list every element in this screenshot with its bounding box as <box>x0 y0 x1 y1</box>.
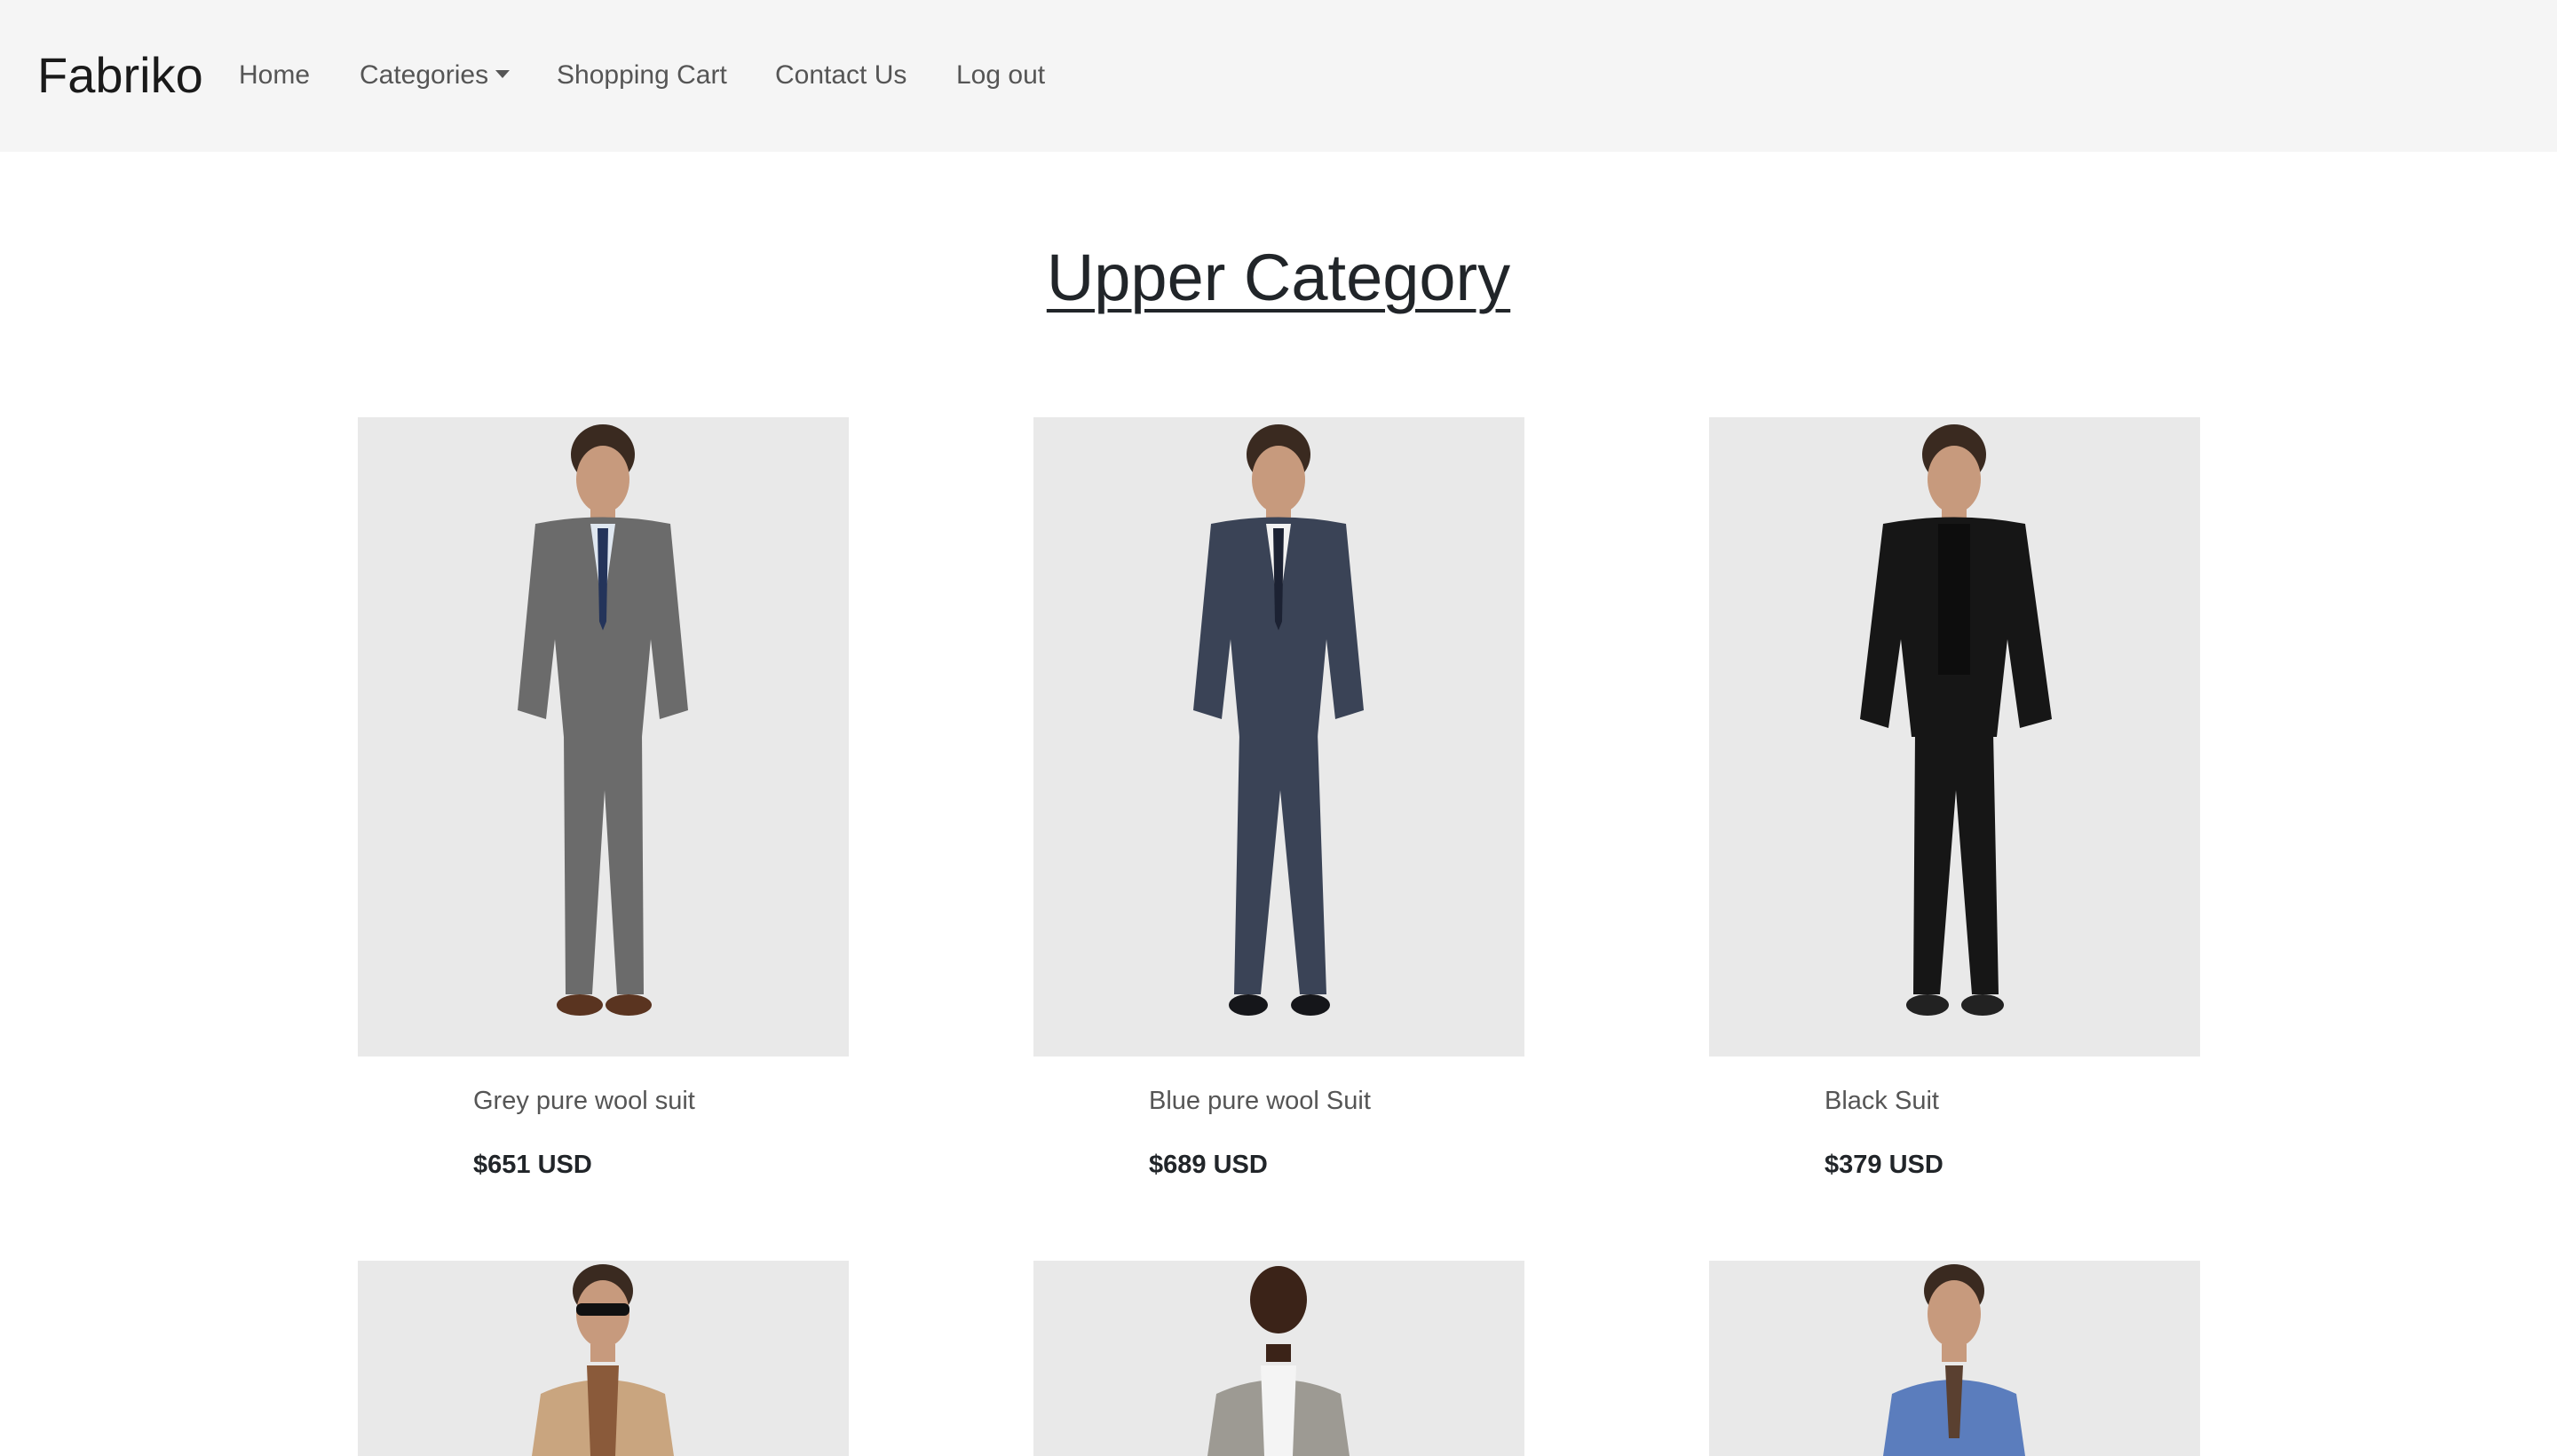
caret-down-icon <box>495 69 511 78</box>
product-photo-figure <box>1860 424 2052 1016</box>
product-name[interactable]: Blue pure wool Suit <box>1149 1083 1371 1119</box>
product-price: $651 USD <box>473 1151 592 1179</box>
product-card: Blue pure wool Suit $689 USD <box>1033 417 1524 1179</box>
nav-home[interactable]: Home <box>239 57 310 94</box>
nav-categories-label: Categories <box>360 60 489 90</box>
nav-shopping-cart[interactable]: Shopping Cart <box>557 57 727 94</box>
product-card: Grey pure wool suit $651 USD <box>358 417 849 1179</box>
product-photo-figure <box>1193 424 1364 1016</box>
product-card <box>358 1261 849 1456</box>
product-name[interactable]: Black Suit <box>1825 1083 1939 1119</box>
product-card <box>1709 1261 2200 1456</box>
product-photo-figure <box>518 424 688 1016</box>
product-card: Black Suit $379 USD <box>1709 417 2200 1179</box>
nav-log-out[interactable]: Log out <box>956 57 1045 94</box>
page-title: Upper Category <box>0 238 2557 318</box>
product-price: $689 USD <box>1149 1151 1268 1179</box>
product-price: $379 USD <box>1825 1151 1943 1179</box>
product-photo-figure <box>1883 1264 2025 1456</box>
nav-contact-us[interactable]: Contact Us <box>775 57 906 94</box>
product-image[interactable] <box>1709 1261 2200 1456</box>
product-image[interactable] <box>1033 417 1524 1056</box>
product-image[interactable] <box>1709 417 2200 1056</box>
product-image[interactable] <box>358 1261 849 1456</box>
product-name[interactable]: Grey pure wool suit <box>473 1083 695 1119</box>
product-image[interactable] <box>1033 1261 1524 1456</box>
product-image[interactable] <box>358 417 849 1056</box>
top-navbar: Fabriko Home Categories Shopping Cart Co… <box>0 0 2557 152</box>
product-photo-figure <box>532 1264 674 1456</box>
product-photo-figure <box>1207 1266 1350 1456</box>
brand-logo[interactable]: Fabriko <box>37 44 203 107</box>
page-title-text: Upper Category <box>1046 241 1511 314</box>
nav-categories-dropdown[interactable]: Categories <box>360 57 511 94</box>
product-card <box>1033 1261 1524 1456</box>
